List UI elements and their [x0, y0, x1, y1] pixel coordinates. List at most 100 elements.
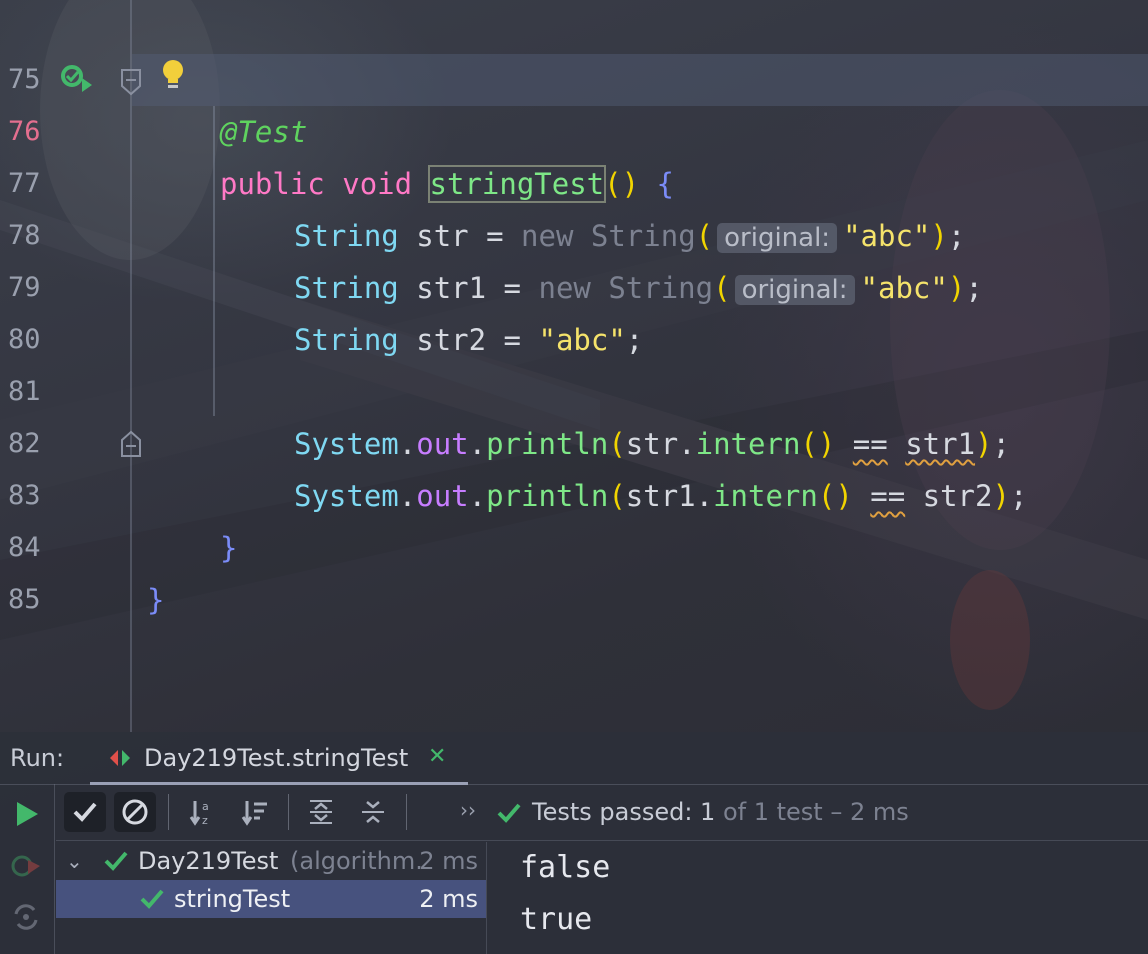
code-line[interactable]: 80	[0, 262, 70, 355]
keyword: public	[220, 167, 325, 201]
parens: ()	[604, 167, 640, 201]
sort-by-duration-button[interactable]	[234, 792, 276, 832]
tests-passed-icon	[497, 803, 521, 823]
console-output[interactable]: false true	[520, 842, 610, 946]
close-tab-icon[interactable]: ✕	[428, 744, 446, 769]
console-line: false	[520, 850, 611, 885]
variable[interactable]: str1	[905, 427, 975, 461]
variable: str2	[922, 479, 993, 513]
code-line[interactable]: 85	[0, 522, 70, 615]
variable: str	[416, 219, 469, 253]
constructor: String	[608, 271, 714, 305]
string-literal: "abc"	[860, 271, 948, 305]
tree-item-day219test[interactable]: ⌄ Day219Test (algorithm. 2 ms	[56, 842, 486, 880]
string-literal: "abc"	[538, 323, 626, 357]
keyword: new	[538, 271, 591, 305]
test-tree: ⌄ Day219Test (algorithm. 2 ms stringTest…	[56, 842, 487, 954]
brace: {	[656, 167, 675, 201]
test-toolbar: az ›› Tests passed: 1 of 1 test – 2 ms	[56, 784, 1148, 841]
code-line[interactable]: 75 @Test	[0, 2, 307, 149]
show-passed-button[interactable]	[64, 792, 106, 832]
chevron-down-icon[interactable]: ⌄	[66, 842, 83, 880]
method-call: println	[486, 479, 609, 513]
variable: str	[625, 427, 679, 461]
type-name: String	[294, 271, 399, 305]
current-line-highlight	[132, 54, 1148, 106]
line-number: 85	[8, 584, 41, 615]
string-literal: "abc"	[843, 219, 931, 253]
brace: }	[220, 531, 238, 565]
test-config-icon	[110, 750, 130, 766]
tree-item-name: stringTest	[174, 885, 291, 913]
passed-check-icon	[104, 851, 128, 871]
passed-check-icon	[140, 889, 164, 909]
type-name: String	[294, 323, 399, 357]
status-detail-text: of 1 test – 2 ms	[715, 798, 909, 826]
test-status: Tests passed: 1 of 1 test – 2 ms	[532, 798, 909, 826]
console-line: true	[520, 902, 593, 937]
param-hint: original:	[717, 223, 838, 253]
class-name: System	[294, 479, 399, 513]
field: out	[416, 479, 469, 513]
code-line[interactable]: 76 public void stringTest() {	[0, 54, 674, 203]
tree-item-time: 2 ms	[419, 885, 478, 913]
sort-duration-icon	[241, 801, 267, 826]
collapse-all-button[interactable]	[352, 792, 394, 832]
method-call: intern	[713, 479, 818, 513]
code-line[interactable]: 79 String str2 = "abc";	[0, 210, 643, 357]
lightbulb-icon[interactable]	[160, 58, 186, 92]
operator: =	[503, 323, 522, 357]
code-line[interactable]: 82 System.out.println(str1.intern() == s…	[0, 366, 1027, 513]
operator: =	[503, 271, 522, 305]
code-line[interactable]: 81 System.out.println(str.intern() == st…	[0, 314, 1010, 461]
show-ignored-button[interactable]	[114, 792, 156, 832]
tree-item-stringtest[interactable]: stringTest 2 ms	[56, 880, 486, 918]
sort-alphabetically-button[interactable]: az	[182, 792, 224, 832]
method-call: println	[486, 427, 609, 461]
status-passed-text: Tests passed: 1	[532, 798, 716, 826]
code-line[interactable]: 77 String str = new String(original: "abc…	[0, 106, 965, 253]
tree-item-name: Day219Test	[138, 847, 279, 875]
rerun-icon[interactable]	[14, 800, 40, 828]
keyword: void	[342, 167, 413, 201]
warning-operator[interactable]: ==	[853, 427, 888, 461]
variable: str1	[416, 271, 487, 305]
ignored-icon	[122, 799, 148, 825]
tree-item-detail: (algorithm.	[290, 847, 423, 875]
variable: str1	[625, 479, 696, 513]
field: out	[416, 427, 469, 461]
rerun-failed-icon[interactable]	[10, 852, 42, 880]
sort-alpha-icon: az	[189, 800, 209, 826]
run-header: Run: Day219Test.stringTest ✕	[0, 732, 1148, 785]
variable: str2	[416, 323, 487, 357]
check-icon	[73, 802, 97, 822]
warning-operator[interactable]: ==	[870, 479, 905, 513]
param-hint: original:	[734, 275, 855, 305]
class-name: System	[294, 427, 399, 461]
toggle-auto-test-icon[interactable]	[12, 902, 40, 932]
fold-end-icon[interactable]	[120, 430, 142, 458]
brace: }	[147, 583, 165, 617]
operator: =	[486, 219, 504, 253]
svg-text:z: z	[202, 814, 208, 826]
expand-all-button[interactable]	[300, 792, 342, 832]
method-call: intern	[695, 427, 801, 461]
more-chevron-icon[interactable]: ››	[460, 798, 476, 822]
method-name: stringTest	[427, 165, 607, 203]
svg-text:a: a	[202, 800, 209, 813]
run-panel: Run: Day219Test.stringTest ✕ a z ›› Test…	[0, 732, 1148, 954]
run-label: Run:	[10, 744, 65, 772]
type-name: String	[294, 219, 399, 253]
constructor: String	[590, 219, 696, 253]
expand-all-icon	[310, 800, 332, 824]
code-editor[interactable]: 75 @Test 76 public void stringTest() { 7…	[0, 0, 1148, 732]
run-tab[interactable]: Day219Test.stringTest ✕	[90, 732, 468, 785]
keyword: new	[521, 219, 574, 253]
gutter-separator	[130, 0, 132, 732]
code-line[interactable]: 84 }	[0, 470, 164, 617]
code-line[interactable]: 78 String str1 = new String(original: "ab…	[0, 158, 983, 305]
code-line[interactable]: 83 }	[0, 418, 237, 565]
tree-item-time: 2 ms	[419, 847, 478, 875]
run-side-toolbar	[0, 784, 55, 954]
fold-icon[interactable]	[120, 68, 142, 96]
